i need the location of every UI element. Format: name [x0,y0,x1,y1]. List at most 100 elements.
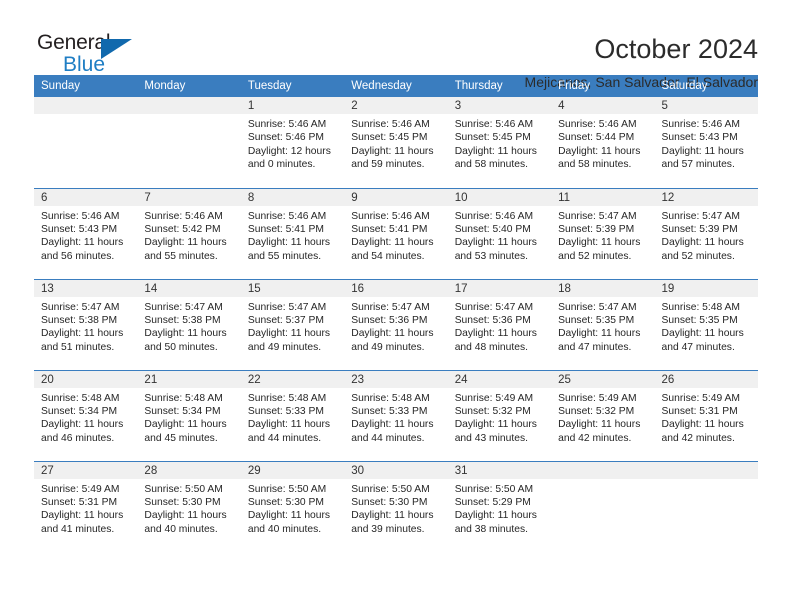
day-number: 13 [34,279,138,297]
calendar-day-cell[interactable]: 2 Sunrise: 5:46 AM Sunset: 5:45 PM Daylight… [344,97,448,188]
calendar-day-cell[interactable]: 10 Sunrise: 5:46 AM Sunset: 5:40 PM Dayligh… [447,187,552,279]
calendar-day-cell[interactable]: 25 Sunrise: 5:49 AM Sunset: 5:32 PM Dayligh… [551,369,655,461]
sunset-text: Sunset: 5:31 PM [661,405,738,417]
day-number: 14 [137,279,241,297]
day-number: 21 [137,370,241,388]
daylight-text: Daylight: 11 hours and 41 minutes. [41,510,124,535]
calendar-day-cell[interactable]: 11 Sunrise: 5:47 AM Sunset: 5:39 PM Dayligh… [551,187,655,279]
calendar-day-cell[interactable]: 31 Sunrise: 5:50 AM Sunset: 5:29 PM Dayligh… [447,460,552,552]
sunrise-text: Sunrise: 5:48 AM [351,392,430,404]
day-details: Sunrise: 5:47 AM Sunset: 5:38 PM Daylight:… [34,297,137,355]
day-number: 4 [551,97,655,114]
sunset-text: Sunset: 5:30 PM [144,496,221,508]
daylight-text: Daylight: 11 hours and 53 minutes. [454,237,537,262]
calendar-day-cell[interactable]: 30 Sunrise: 5:50 AM Sunset: 5:30 PM Dayligh… [344,460,448,552]
calendar-day-cell[interactable]: 6 Sunrise: 5:46 AM Sunset: 5:43 PM Daylight… [34,187,138,279]
calendar-day-cell[interactable]: 23 Sunrise: 5:48 AM Sunset: 5:33 PM Dayligh… [344,369,448,461]
calendar-day-cell[interactable]: 12 Sunrise: 5:47 AM Sunset: 5:39 PM Dayligh… [654,187,758,279]
sunset-text: Sunset: 5:39 PM [661,223,738,235]
calendar-day-cell[interactable]: 21 Sunrise: 5:48 AM Sunset: 5:34 PM Dayligh… [137,369,241,461]
day-details: Sunrise: 5:46 AM Sunset: 5:46 PM Daylight:… [241,114,344,172]
day-details: Sunrise: 5:46 AM Sunset: 5:41 PM Daylight:… [241,206,344,264]
calendar-day-cell[interactable]: 7 Sunrise: 5:46 AM Sunset: 5:42 PM Daylight… [137,187,241,279]
calendar-day-cell[interactable]: 24 Sunrise: 5:49 AM Sunset: 5:32 PM Dayligh… [447,369,552,461]
logo-triangle-icon [101,39,132,59]
day-number: 3 [447,97,552,114]
calendar-week-row: 13 Sunrise: 5:47 AM Sunset: 5:38 PM Dayligh… [34,278,758,370]
calendar-day-cell[interactable]: 8 Sunrise: 5:46 AM Sunset: 5:41 PM Daylight… [240,187,345,279]
weekday-header-tuesday: Tuesday [240,75,345,97]
sunrise-text: Sunrise: 5:46 AM [351,119,430,130]
day-details: Sunrise: 5:48 AM Sunset: 5:34 PM Daylight:… [137,388,240,446]
sunrise-text: Sunrise: 5:50 AM [454,483,534,495]
day-details: Sunrise: 5:50 AM Sunset: 5:30 PM Daylight:… [344,479,447,537]
day-details: Sunrise: 5:50 AM Sunset: 5:29 PM Daylight:… [448,479,551,537]
daylight-text: Daylight: 11 hours and 51 minutes. [41,328,124,353]
calendar-day-cell[interactable]: 3 Sunrise: 5:46 AM Sunset: 5:45 PM Daylight… [447,97,552,188]
sunset-text: Sunset: 5:33 PM [247,405,324,417]
sunset-text: Sunset: 5:31 PM [41,496,118,508]
day-number [137,97,241,114]
calendar-day-cell[interactable]: 16 Sunrise: 5:47 AM Sunset: 5:36 PM Dayligh… [344,278,448,370]
day-details: Sunrise: 5:46 AM Sunset: 5:45 PM Daylight:… [448,114,551,172]
daylight-text: Daylight: 11 hours and 57 minutes. [661,145,744,171]
calendar-day-cell[interactable]: 5 Sunrise: 5:46 AM Sunset: 5:43 PM Daylight… [654,97,758,188]
calendar-day-cell[interactable]: 4 Sunrise: 5:46 AM Sunset: 5:44 PM Daylight… [551,97,655,188]
calendar-body: 1 Sunrise: 5:46 AM Sunset: 5:46 PM Daylight… [34,97,758,552]
sunrise-text: Sunrise: 5:48 AM [144,392,223,404]
calendar-day-cell[interactable]: 29 Sunrise: 5:50 AM Sunset: 5:30 PM Dayligh… [240,460,345,552]
day-number: 12 [654,188,758,206]
calendar-day-cell[interactable]: 26 Sunrise: 5:49 AM Sunset: 5:31 PM Dayligh… [654,369,758,461]
day-details: Sunrise: 5:46 AM Sunset: 5:43 PM Daylight:… [34,206,137,264]
page-title: October 2024 [594,34,758,64]
calendar-day-cell[interactable]: 19 Sunrise: 5:48 AM Sunset: 5:35 PM Dayligh… [654,278,758,370]
calendar-day-cell[interactable]: 22 Sunrise: 5:48 AM Sunset: 5:33 PM Dayligh… [240,369,345,461]
daylight-text: Daylight: 12 hours and 0 minutes. [247,145,331,171]
day-details: Sunrise: 5:46 AM Sunset: 5:42 PM Daylight:… [137,206,240,264]
day-number: 31 [447,461,552,479]
day-details: Sunrise: 5:47 AM Sunset: 5:37 PM Daylight:… [241,297,344,355]
day-number: 10 [447,188,552,206]
day-number: 23 [344,370,448,388]
calendar-day-cell[interactable]: 27 Sunrise: 5:49 AM Sunset: 5:31 PM Dayligh… [34,460,138,552]
day-details: Sunrise: 5:46 AM Sunset: 5:45 PM Daylight:… [344,114,447,172]
calendar-day-cell[interactable]: 15 Sunrise: 5:47 AM Sunset: 5:37 PM Dayligh… [240,278,345,370]
calendar-day-cell[interactable]: 9 Sunrise: 5:46 AM Sunset: 5:41 PM Daylight… [344,187,448,279]
daylight-text: Daylight: 11 hours and 42 minutes. [661,419,744,444]
day-details: Sunrise: 5:48 AM Sunset: 5:33 PM Daylight:… [344,388,447,446]
sunrise-text: Sunrise: 5:48 AM [247,392,327,404]
day-number: 5 [654,97,758,114]
day-number: 11 [551,188,655,206]
day-details: Sunrise: 5:47 AM Sunset: 5:36 PM Daylight:… [448,297,551,355]
daylight-text: Daylight: 11 hours and 50 minutes. [144,328,227,353]
daylight-text: Daylight: 11 hours and 44 minutes. [351,419,434,444]
day-details: Sunrise: 5:47 AM Sunset: 5:38 PM Daylight:… [137,297,240,355]
sunset-text: Sunset: 5:35 PM [661,314,738,326]
calendar-day-cell[interactable]: 20 Sunrise: 5:48 AM Sunset: 5:34 PM Dayligh… [34,369,138,461]
day-number: 19 [654,279,758,297]
sunset-text: Sunset: 5:32 PM [558,405,635,417]
calendar-day-cell[interactable]: 28 Sunrise: 5:50 AM Sunset: 5:30 PM Dayligh… [137,460,241,552]
day-number: 7 [137,188,241,206]
day-number: 8 [240,188,345,206]
calendar-day-cell[interactable]: 17 Sunrise: 5:47 AM Sunset: 5:36 PM Dayligh… [447,278,552,370]
daylight-text: Daylight: 11 hours and 40 minutes. [247,510,331,535]
daylight-text: Daylight: 11 hours and 46 minutes. [41,419,124,444]
sunset-text: Sunset: 5:38 PM [144,314,221,326]
day-details: Sunrise: 5:47 AM Sunset: 5:39 PM Daylight:… [551,206,654,264]
sunrise-text: Sunrise: 5:48 AM [661,301,740,313]
day-number: 16 [344,279,448,297]
sunset-text: Sunset: 5:34 PM [41,405,118,417]
day-details: Sunrise: 5:50 AM Sunset: 5:30 PM Daylight:… [241,479,344,537]
sunset-text: Sunset: 5:35 PM [558,314,635,326]
calendar-day-cell[interactable]: 14 Sunrise: 5:47 AM Sunset: 5:38 PM Dayligh… [137,278,241,370]
sunrise-text: Sunrise: 5:47 AM [351,301,430,313]
calendar-day-cell[interactable]: 13 Sunrise: 5:47 AM Sunset: 5:38 PM Dayligh… [34,278,138,370]
sunset-text: Sunset: 5:30 PM [351,496,428,508]
calendar-day-cell[interactable]: 18 Sunrise: 5:47 AM Sunset: 5:35 PM Dayligh… [551,278,655,370]
sunset-text: Sunset: 5:32 PM [454,405,531,417]
day-number: 1 [240,97,345,114]
general-blue-logo[interactable]: General Blue [34,32,167,84]
calendar-day-cell[interactable]: 1 Sunrise: 5:46 AM Sunset: 5:46 PM Daylight… [240,97,345,188]
sunrise-text: Sunrise: 5:47 AM [41,301,120,313]
